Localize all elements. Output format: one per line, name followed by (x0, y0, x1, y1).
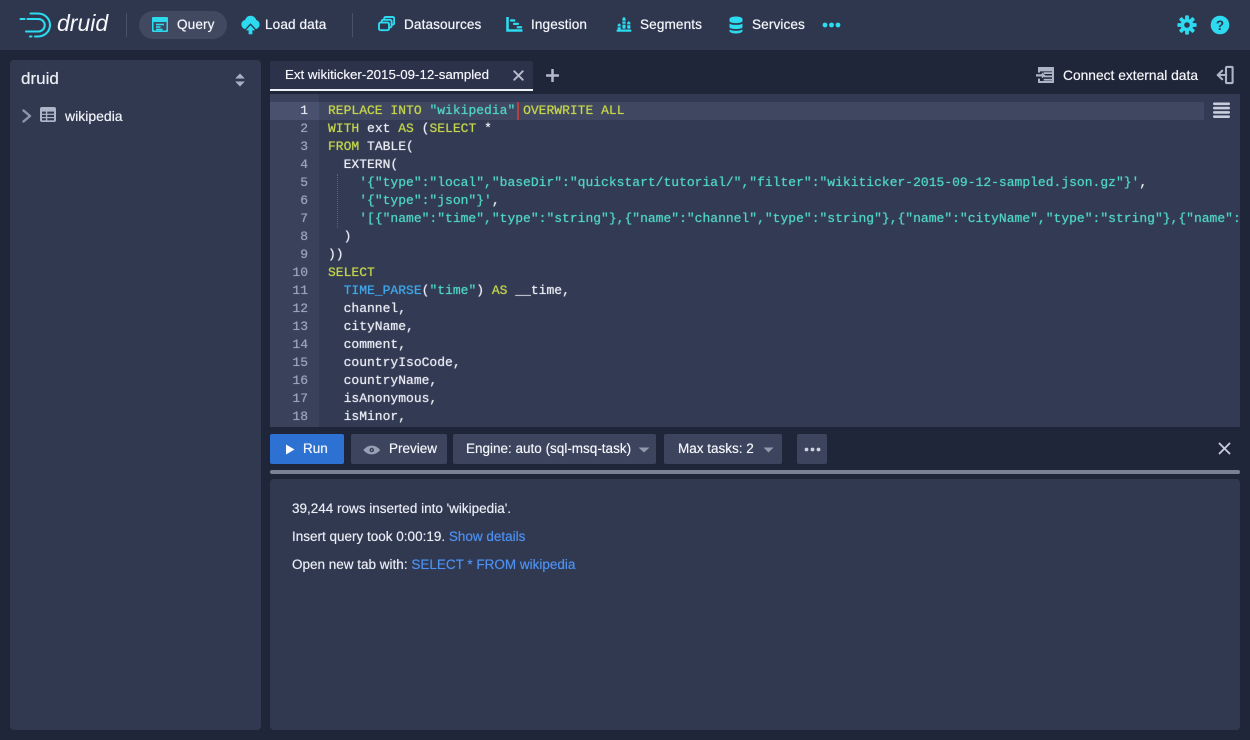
svg-text:?: ? (1216, 18, 1224, 33)
